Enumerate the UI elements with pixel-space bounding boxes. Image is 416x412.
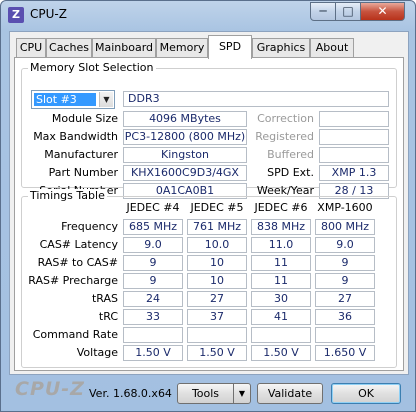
timing-cell: 10.0: [187, 237, 247, 253]
spd-ext-field: XMP 1.3: [319, 165, 389, 181]
timing-cell: 761 MHz: [187, 219, 247, 235]
chevron-down-icon[interactable]: ▼: [99, 92, 113, 107]
memory-type-field: DDR3: [123, 91, 389, 107]
command-rate-label: Command Rate: [32, 328, 118, 341]
timing-cell: 37: [187, 309, 247, 325]
timings-column-header: JEDEC #4: [126, 201, 180, 214]
timing-cell: 9: [315, 273, 375, 289]
timing-cell: 11: [251, 255, 311, 271]
spd-ext-label: SPD Ext.: [267, 166, 314, 179]
timing-cell: [187, 327, 247, 343]
title-bar[interactable]: Z CPU-Z ─ □ ✕: [1, 1, 415, 29]
timing-cell: 10: [187, 273, 247, 289]
module-size-field: 4096 MBytes: [123, 111, 247, 127]
timing-cell: 1.50 V: [251, 345, 311, 361]
cpuz-window: Z CPU-Z ─ □ ✕ CPU Caches Mainboard Memor…: [0, 0, 416, 412]
timing-cell: [123, 327, 183, 343]
tab-graphics[interactable]: Graphics: [252, 38, 310, 58]
tab-caches[interactable]: Caches: [46, 38, 92, 58]
client-area: CPU Caches Mainboard Memory SPD Graphics…: [9, 31, 409, 375]
timings-column-header: XMP-1600: [317, 201, 373, 214]
module-size-label: Module Size: [51, 112, 118, 125]
timings-group-title: Timings Table: [28, 189, 107, 202]
timing-cell: 1.50 V: [187, 345, 247, 361]
timing-cell: 24: [123, 291, 183, 307]
tab-mainboard[interactable]: Mainboard: [92, 38, 156, 58]
memory-slot-group-title: Memory Slot Selection: [28, 61, 156, 74]
frequency-label: Frequency: [61, 220, 118, 233]
timing-cell: 36: [315, 309, 375, 325]
max-bandwidth-field: PC3-12800 (800 MHz): [123, 129, 247, 145]
timing-cell: [315, 327, 375, 343]
timing-cell: 11.0: [251, 237, 311, 253]
validate-button[interactable]: Validate: [257, 383, 323, 404]
cpuz-app-icon: Z: [8, 7, 24, 23]
part-number-label: Part Number: [48, 166, 118, 179]
timing-cell: 33: [123, 309, 183, 325]
tab-about[interactable]: About: [310, 38, 354, 58]
timing-cell: 9.0: [123, 237, 183, 253]
tab-strip: CPU Caches Mainboard Memory SPD Graphics…: [10, 32, 408, 59]
slot-select-value: Slot #3: [34, 93, 96, 106]
timing-cell: 9: [315, 255, 375, 271]
timing-cell: 27: [315, 291, 375, 307]
buffered-field: [319, 147, 389, 163]
trc-label: tRC: [98, 310, 118, 323]
timing-cell: 9: [123, 255, 183, 271]
correction-label: Correction: [257, 112, 314, 125]
timings-column-header: JEDEC #5: [190, 201, 244, 214]
timing-cell: 800 MHz: [315, 219, 375, 235]
timing-cell: 30: [251, 291, 311, 307]
maximize-button[interactable]: □: [335, 2, 361, 21]
timing-cell: 685 MHz: [123, 219, 183, 235]
tras-label: tRAS: [91, 292, 118, 305]
timing-cell: 10: [187, 255, 247, 271]
memory-slot-group: Memory Slot Selection Slot #3 ▼ DDR3 Mod…: [21, 61, 397, 199]
slot-select[interactable]: Slot #3 ▼: [31, 90, 115, 109]
timing-cell: 41: [251, 309, 311, 325]
registered-field: [319, 129, 389, 145]
ok-button[interactable]: OK: [331, 383, 401, 404]
registered-label: Registered: [255, 130, 314, 143]
manufacturer-label: Manufacturer: [44, 148, 118, 161]
close-button[interactable]: ✕: [360, 2, 405, 21]
version-label: Ver. 1.68.0.x64: [89, 387, 172, 400]
tab-memory[interactable]: Memory: [156, 38, 208, 58]
timing-cell: 9.0: [315, 237, 375, 253]
minimize-button[interactable]: ─: [310, 2, 336, 21]
cpuz-logo: CPU-Z: [15, 378, 85, 400]
tab-spd[interactable]: SPD: [208, 35, 252, 59]
timing-cell: 1.650 V: [315, 345, 375, 361]
ras-precharge-label: RAS# Precharge: [28, 274, 118, 287]
max-bandwidth-label: Max Bandwidth: [33, 130, 118, 143]
spd-panel: Memory Slot Selection Slot #3 ▼ DDR3 Mod…: [14, 57, 404, 371]
tab-cpu[interactable]: CPU: [16, 38, 46, 58]
timing-cell: 1.50 V: [123, 345, 183, 361]
cas-latency-label: CAS# Latency: [39, 238, 118, 251]
timings-group: Timings Table JEDEC #4 JEDEC #5 JEDEC #6…: [21, 189, 397, 368]
voltage-label: Voltage: [76, 346, 118, 359]
window-title: CPU-Z: [30, 7, 67, 21]
correction-field: [319, 111, 389, 127]
timing-cell: 9: [123, 273, 183, 289]
timing-cell: 11: [251, 273, 311, 289]
timings-column-header: JEDEC #6: [254, 201, 308, 214]
manufacturer-field: Kingston: [123, 147, 247, 163]
timing-cell: [251, 327, 311, 343]
timing-cell: 838 MHz: [251, 219, 311, 235]
tools-button[interactable]: Tools: [177, 383, 234, 404]
chevron-down-icon[interactable]: ▼: [233, 383, 251, 404]
buffered-label: Buffered: [267, 148, 314, 161]
timing-cell: 27: [187, 291, 247, 307]
part-number-field: KHX1600C9D3/4GX: [123, 165, 247, 181]
ras-to-cas-label: RAS# to CAS#: [37, 256, 118, 269]
